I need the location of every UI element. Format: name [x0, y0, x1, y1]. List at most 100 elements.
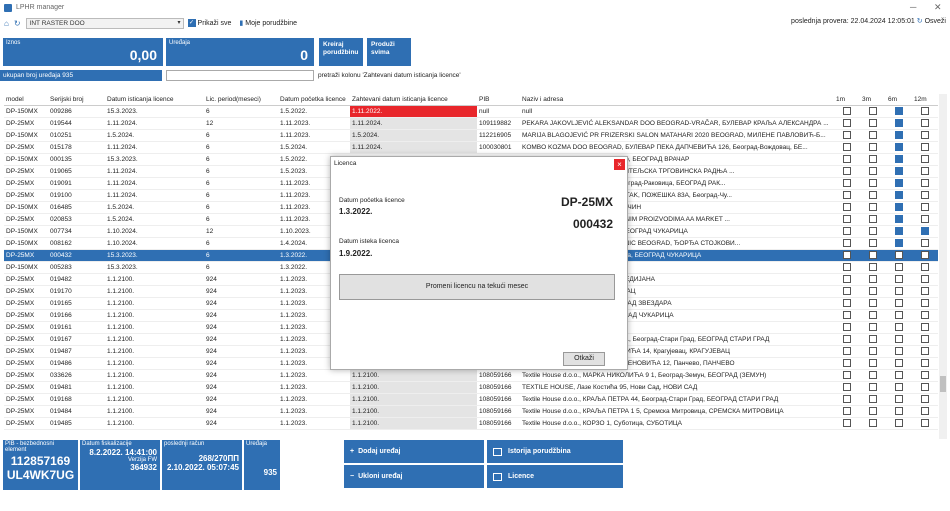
period-checkbox[interactable]	[895, 419, 903, 427]
period-checkbox[interactable]	[895, 215, 903, 223]
period-checkbox[interactable]	[869, 107, 877, 115]
period-checkbox[interactable]	[921, 191, 929, 199]
period-checkbox[interactable]	[921, 263, 929, 271]
period-checkbox[interactable]	[921, 155, 929, 163]
column-header[interactable]: 3m	[860, 94, 886, 106]
table-row[interactable]: DP-25MX 019485 1.1.2100. 924 1.1.2023. 1.1.21…	[4, 417, 938, 430]
period-checkbox[interactable]	[895, 311, 903, 319]
period-checkbox[interactable]	[921, 383, 929, 391]
period-checkbox[interactable]	[895, 107, 903, 115]
period-checkbox[interactable]	[869, 299, 877, 307]
period-checkbox[interactable]	[895, 359, 903, 367]
period-checkbox[interactable]	[869, 287, 877, 295]
period-checkbox[interactable]	[869, 239, 877, 247]
period-checkbox[interactable]	[895, 143, 903, 151]
period-checkbox[interactable]	[895, 203, 903, 211]
create-order-button[interactable]: Kreiraj porudžbinu	[319, 38, 363, 66]
period-checkbox[interactable]	[921, 287, 929, 295]
period-checkbox[interactable]	[869, 203, 877, 211]
period-checkbox[interactable]	[869, 131, 877, 139]
period-checkbox[interactable]	[869, 215, 877, 223]
period-checkbox[interactable]	[869, 191, 877, 199]
column-header[interactable]: Serijski broj	[48, 94, 105, 106]
period-checkbox[interactable]	[869, 371, 877, 379]
period-checkbox[interactable]	[869, 143, 877, 151]
period-checkbox[interactable]	[869, 227, 877, 235]
change-license-button[interactable]: Promeni licencu na tekući mesec	[339, 274, 615, 300]
period-checkbox[interactable]	[921, 419, 929, 427]
period-checkbox[interactable]	[895, 371, 903, 379]
period-checkbox[interactable]	[895, 383, 903, 391]
period-checkbox[interactable]	[869, 251, 877, 259]
period-checkbox[interactable]	[869, 419, 877, 427]
period-checkbox[interactable]	[869, 155, 877, 163]
table-row[interactable]: DP-25MX 033626 1.1.2100. 924 1.1.2023. 1.1.21…	[4, 369, 938, 382]
period-checkbox[interactable]	[895, 227, 903, 235]
period-checkbox[interactable]	[895, 335, 903, 343]
show-all-checkbox[interactable]: ✓ Prikaži sve	[187, 19, 231, 27]
period-checkbox[interactable]	[843, 323, 851, 331]
period-checkbox[interactable]	[843, 203, 851, 211]
period-checkbox[interactable]	[921, 275, 929, 283]
period-checkbox[interactable]	[921, 347, 929, 355]
period-checkbox[interactable]	[921, 179, 929, 187]
period-checkbox[interactable]	[895, 251, 903, 259]
period-checkbox[interactable]	[895, 323, 903, 331]
period-checkbox[interactable]	[921, 311, 929, 319]
period-checkbox[interactable]	[921, 251, 929, 259]
period-checkbox[interactable]	[895, 119, 903, 127]
period-checkbox[interactable]	[895, 263, 903, 271]
filter-input[interactable]	[166, 70, 314, 81]
period-checkbox[interactable]	[921, 239, 929, 247]
period-checkbox[interactable]	[869, 383, 877, 391]
period-checkbox[interactable]	[843, 347, 851, 355]
period-checkbox[interactable]	[869, 311, 877, 319]
scrollbar-thumb[interactable]	[940, 376, 946, 392]
minimize-icon[interactable]: ─	[910, 2, 916, 12]
refresh-link[interactable]: Osveži	[925, 18, 946, 25]
period-checkbox[interactable]	[921, 215, 929, 223]
period-checkbox[interactable]	[921, 395, 929, 403]
table-row[interactable]: DP-150MX 010251 1.5.2024. 6 1.11.2023. 1.5.20…	[4, 129, 938, 142]
home-icon[interactable]: ⌂	[4, 19, 9, 28]
order-history-button[interactable]: Istorija porudžbina	[487, 440, 623, 463]
period-checkbox[interactable]	[843, 275, 851, 283]
period-checkbox[interactable]	[895, 179, 903, 187]
period-checkbox[interactable]	[869, 359, 877, 367]
period-checkbox[interactable]	[895, 347, 903, 355]
period-checkbox[interactable]	[869, 347, 877, 355]
period-checkbox[interactable]	[895, 299, 903, 307]
period-checkbox[interactable]	[843, 167, 851, 175]
period-checkbox[interactable]	[843, 395, 851, 403]
license-button[interactable]: Licence	[487, 465, 623, 488]
period-checkbox[interactable]	[921, 203, 929, 211]
dialog-close-icon[interactable]: ×	[614, 159, 625, 170]
period-checkbox[interactable]	[869, 119, 877, 127]
column-header[interactable]: Naziv i adresa	[520, 94, 834, 106]
period-checkbox[interactable]	[843, 179, 851, 187]
period-checkbox[interactable]	[895, 167, 903, 175]
period-checkbox[interactable]	[921, 407, 929, 415]
period-checkbox[interactable]	[921, 323, 929, 331]
period-checkbox[interactable]	[895, 131, 903, 139]
period-checkbox[interactable]	[843, 251, 851, 259]
period-checkbox[interactable]	[843, 371, 851, 379]
period-checkbox[interactable]	[843, 407, 851, 415]
period-checkbox[interactable]	[869, 407, 877, 415]
period-checkbox[interactable]	[895, 395, 903, 403]
add-device-button[interactable]: + Dodaj uređaj	[344, 440, 484, 463]
period-checkbox[interactable]	[895, 275, 903, 283]
period-checkbox[interactable]	[843, 239, 851, 247]
period-checkbox[interactable]	[869, 323, 877, 331]
period-checkbox[interactable]	[869, 179, 877, 187]
period-checkbox[interactable]	[843, 383, 851, 391]
period-checkbox[interactable]	[921, 131, 929, 139]
table-row[interactable]: DP-25MX 019168 1.1.2100. 924 1.1.2023. 1.1.21…	[4, 393, 938, 406]
period-checkbox[interactable]	[843, 311, 851, 319]
column-header[interactable]: Datum početka licence	[278, 94, 350, 106]
period-checkbox[interactable]	[843, 287, 851, 295]
company-select[interactable]: INT RASTER DOO ▾	[25, 17, 184, 29]
column-header[interactable]: Datum isticanja licence	[105, 94, 204, 106]
period-checkbox[interactable]	[843, 143, 851, 151]
table-row[interactable]: DP-25MX 019544 1.11.2024. 12 1.11.2023. 1.11.…	[4, 117, 938, 130]
